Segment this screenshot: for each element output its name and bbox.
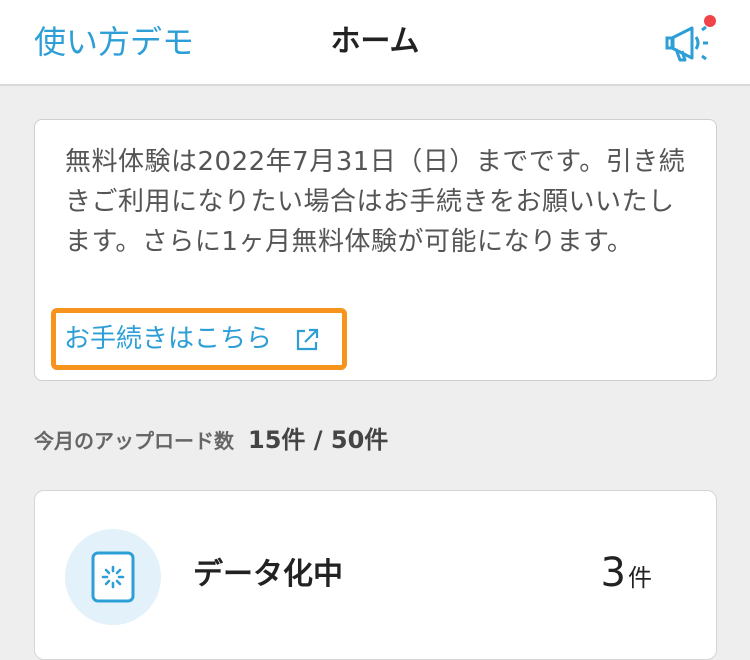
procedure-link[interactable]: お手続きはこちら <box>64 320 272 358</box>
monthly-upload-summary: 今月のアップロード数 15件 / 50件 <box>34 424 388 457</box>
app-header: 使い方デモ ホーム <box>0 0 750 86</box>
page-title: ホーム <box>330 24 420 59</box>
external-link-icon <box>292 325 322 355</box>
status-icon-circle <box>65 529 161 625</box>
status-count: 3件 <box>601 547 652 604</box>
megaphone-icon[interactable] <box>662 14 722 70</box>
status-count-unit: 件 <box>628 564 652 592</box>
digitizing-status-card[interactable]: データ化中 3件 <box>34 490 717 660</box>
notification-dot <box>704 15 716 27</box>
status-label: データ化中 <box>193 557 343 592</box>
loading-document-icon <box>89 551 137 603</box>
upload-label: 今月のアップロード数 <box>34 429 234 453</box>
trial-notice-card: 無料体験は2022年7月31日（日）までです。引き続きご利用になりたい場合はお手… <box>34 119 717 381</box>
procedure-link-highlight[interactable]: お手続きはこちら <box>51 308 347 370</box>
trial-notice-message: 無料体験は2022年7月31日（日）までです。引き続きご利用になりたい場合はお手… <box>65 147 686 257</box>
upload-count: 15件 / 50件 <box>248 426 389 454</box>
status-count-number: 3 <box>600 550 626 596</box>
